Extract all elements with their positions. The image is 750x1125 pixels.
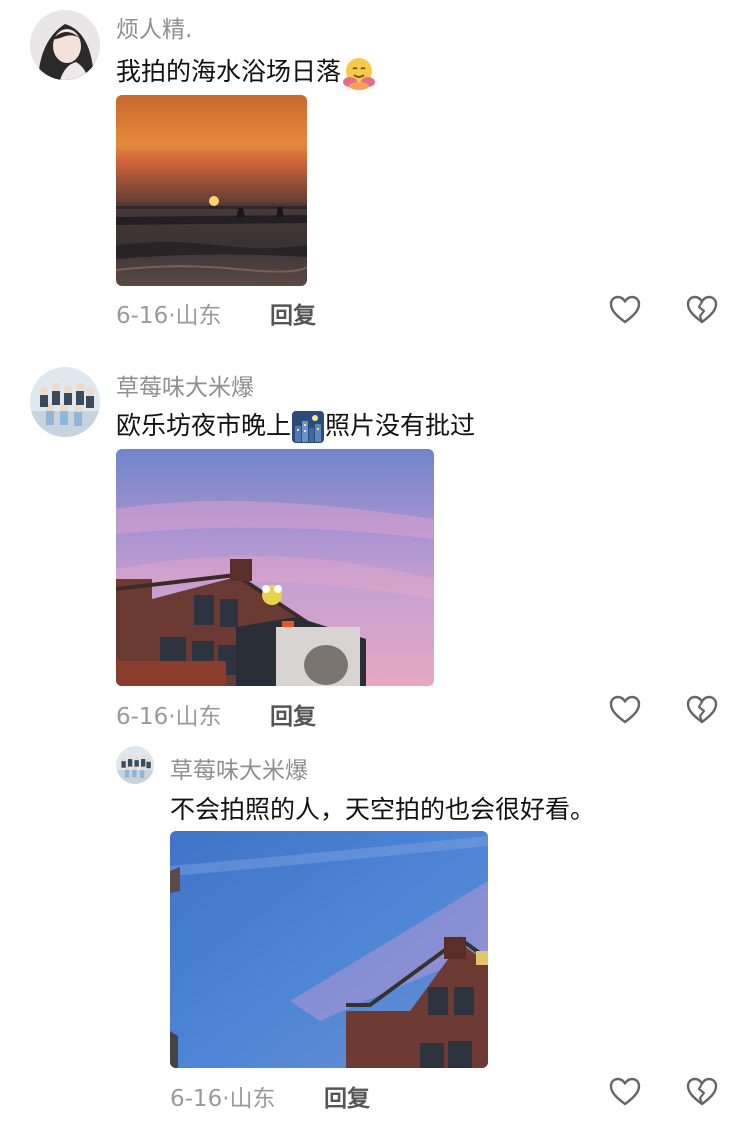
reply-button[interactable]: 回复 xyxy=(270,296,316,330)
comment-text-body: 我拍的海水浴场日落 xyxy=(116,57,342,86)
reply-location: 山东 xyxy=(229,1086,276,1112)
hug-emoji-icon xyxy=(341,55,377,91)
comment-date: 6-16 xyxy=(116,704,169,730)
comment-text-body-continued: 照片没有批过 xyxy=(325,411,476,440)
heart-outline-icon xyxy=(609,695,641,724)
blue-sky-building-photo[interactable] xyxy=(170,831,488,1068)
heart-outline-icon xyxy=(609,1077,641,1106)
broken-heart-outline-icon xyxy=(686,1077,718,1106)
reply-button[interactable]: 回复 xyxy=(324,1079,370,1113)
reply-date: 6-16 xyxy=(170,1086,223,1112)
like-button[interactable] xyxy=(608,693,642,731)
comment-username[interactable]: 草莓味大米爆 xyxy=(116,368,254,402)
comment-username[interactable]: 烦人精. xyxy=(116,10,192,44)
comment-location: 山东 xyxy=(175,704,222,730)
dislike-button[interactable] xyxy=(685,693,719,731)
comment-date: 6-16 xyxy=(116,303,169,329)
comment-text: 我拍的海水浴场日落 xyxy=(116,52,377,91)
like-button[interactable] xyxy=(608,293,642,331)
comment-location: 山东 xyxy=(175,303,222,329)
sunset-beach-photo[interactable] xyxy=(116,95,307,286)
meta-separator: · xyxy=(222,1086,230,1112)
heart-outline-icon xyxy=(609,295,641,324)
reply-username[interactable]: 草莓味大米爆 xyxy=(170,751,308,785)
avatar[interactable] xyxy=(30,367,100,437)
night-city-emoji-icon xyxy=(291,410,325,444)
broken-heart-outline-icon xyxy=(686,295,718,324)
comment-meta: 6-16·山东 xyxy=(116,697,222,731)
broken-heart-outline-icon xyxy=(686,695,718,724)
like-button[interactable] xyxy=(608,1075,642,1113)
evening-sky-building-photo[interactable] xyxy=(116,449,434,686)
meta-separator: · xyxy=(168,303,176,329)
comment-meta: 6-16·山东 xyxy=(116,296,222,330)
reply-meta: 6-16·山东 xyxy=(170,1079,276,1113)
avatar[interactable] xyxy=(116,746,154,784)
dislike-button[interactable] xyxy=(685,293,719,331)
reply-button[interactable]: 回复 xyxy=(270,697,316,731)
avatar-image xyxy=(30,367,100,437)
reply-text: 不会拍照的人，天空拍的也会很好看。 xyxy=(170,795,596,824)
comment-text-body: 欧乐坊夜市晚上 xyxy=(116,411,292,440)
avatar-image xyxy=(116,746,154,784)
dislike-button[interactable] xyxy=(685,1075,719,1113)
meta-separator: · xyxy=(168,704,176,730)
avatar[interactable] xyxy=(30,10,100,80)
avatar-image xyxy=(30,10,100,80)
comment-text: 欧乐坊夜市晚上 照片没有批过 xyxy=(116,406,475,444)
